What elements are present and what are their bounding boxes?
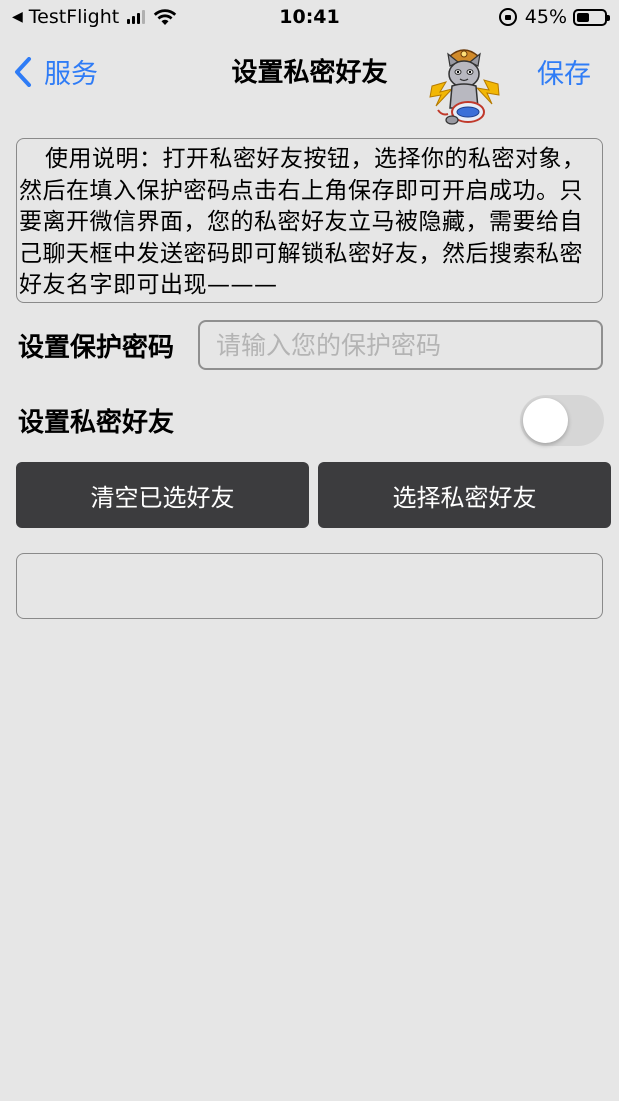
clear-selected-friends-button[interactable]: 清空已选好友 <box>16 462 309 528</box>
battery-icon <box>573 8 610 26</box>
instructions-textview[interactable]: 使用说明：打开私密好友按钮，选择你的私密对象，然后在填入保护密码点击右上角保存即… <box>16 138 603 303</box>
password-label: 设置保护密码 <box>18 333 175 363</box>
orientation-lock-icon <box>498 8 517 26</box>
battery-level <box>577 12 589 22</box>
password-input[interactable] <box>198 320 603 370</box>
save-button[interactable]: 保存 <box>537 52 591 91</box>
selected-friends-box[interactable] <box>16 553 603 619</box>
status-bar: ◀ TestFlight 10:41 45% <box>0 0 619 36</box>
navigation-bar: 服务 设置私密好友 保存 <box>0 40 619 125</box>
page-title: 设置私密好友 <box>231 58 388 88</box>
private-friend-label: 设置私密好友 <box>18 408 175 438</box>
mascot-logo <box>429 49 500 125</box>
toggle-knob <box>523 398 568 443</box>
select-private-friends-button[interactable]: 选择私密好友 <box>318 462 611 528</box>
status-right: 45% <box>498 6 610 28</box>
battery-percent: 45% <box>524 6 567 28</box>
private-friend-toggle[interactable] <box>520 395 604 446</box>
